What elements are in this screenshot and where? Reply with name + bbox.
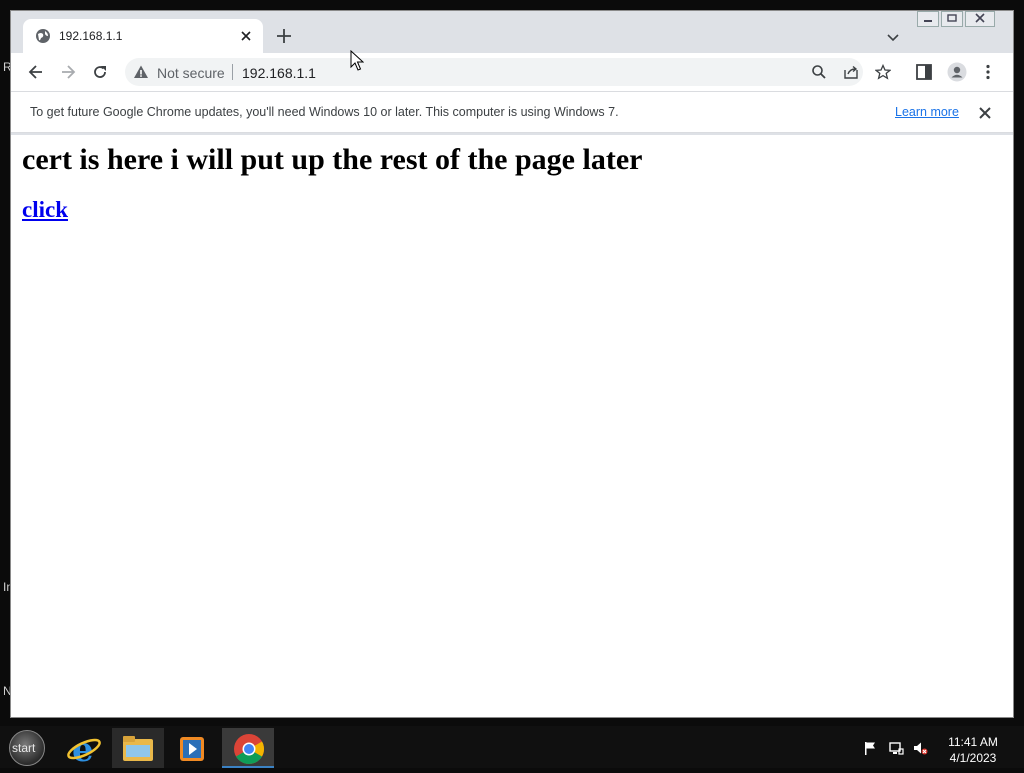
internet-explorer-icon: e [67,730,101,770]
click-link[interactable]: click [22,197,68,223]
warning-icon[interactable] [133,64,149,80]
infobar-message: To get future Google Chrome updates, you… [30,105,619,119]
back-arrow-icon[interactable] [26,62,46,82]
action-center-flag-icon[interactable] [862,740,878,756]
close-icon [975,13,985,23]
title-bar: 192.168.1.1 [11,11,1013,53]
tab-title: 192.168.1.1 [59,29,123,43]
chrome-icon [234,734,265,765]
maximize-button[interactable] [941,11,963,27]
address-bar[interactable]: Not secure 192.168.1.1 [125,58,891,86]
taskbar-file-explorer[interactable] [112,728,164,768]
bookmark-star-icon[interactable] [875,64,891,80]
minimize-button[interactable] [917,11,939,27]
close-icon[interactable] [977,105,993,121]
start-label: start [12,741,36,755]
side-panel-icon[interactable] [915,63,933,81]
page-content: cert is here i will put up the rest of t… [11,135,1013,717]
zoom-search-icon[interactable] [811,64,827,80]
security-status-label[interactable]: Not secure [157,65,225,81]
kebab-menu-icon[interactable] [979,63,997,81]
forward-arrow-icon[interactable] [58,62,78,82]
tab-search-chevron-icon[interactable] [883,27,903,47]
learn-more-link[interactable]: Learn more [895,105,959,119]
omnibox-divider [232,64,233,80]
media-player-icon [180,737,204,761]
clock-time: 11:41 AM [948,735,998,749]
chrome-window: 192.168.1.1 Not secure 192.168.1.1 To ge… [10,10,1014,718]
minimize-icon [924,20,932,22]
reload-icon[interactable] [90,62,110,82]
browser-tab[interactable]: 192.168.1.1 [23,19,263,53]
url-text[interactable]: 192.168.1.1 [242,65,316,81]
update-infobar: To get future Google Chrome updates, you… [11,91,1013,133]
browser-toolbar: Not secure 192.168.1.1 [11,53,1013,91]
restore-icon [947,14,957,22]
taskbar-media-player[interactable] [166,728,218,768]
svg-text:e: e [72,730,94,768]
taskbar-chrome[interactable] [222,728,274,768]
globe-icon [36,29,50,43]
system-clock[interactable]: 11:41 AM 4/1/2023 [938,734,1008,766]
start-button[interactable]: start [9,730,45,766]
volume-muted-icon[interactable] [912,740,928,756]
profile-avatar-icon[interactable] [947,62,967,82]
taskbar-internet-explorer[interactable]: e [58,728,110,770]
page-heading: cert is here i will put up the rest of t… [22,143,643,176]
share-icon[interactable] [843,64,859,80]
clock-date: 4/1/2023 [949,751,997,765]
new-tab-icon[interactable] [273,25,295,47]
folder-icon [123,736,153,761]
network-icon[interactable] [888,740,904,756]
mouse-cursor-icon [350,50,364,71]
close-window-button[interactable] [965,11,995,27]
close-tab-icon[interactable] [237,27,255,45]
